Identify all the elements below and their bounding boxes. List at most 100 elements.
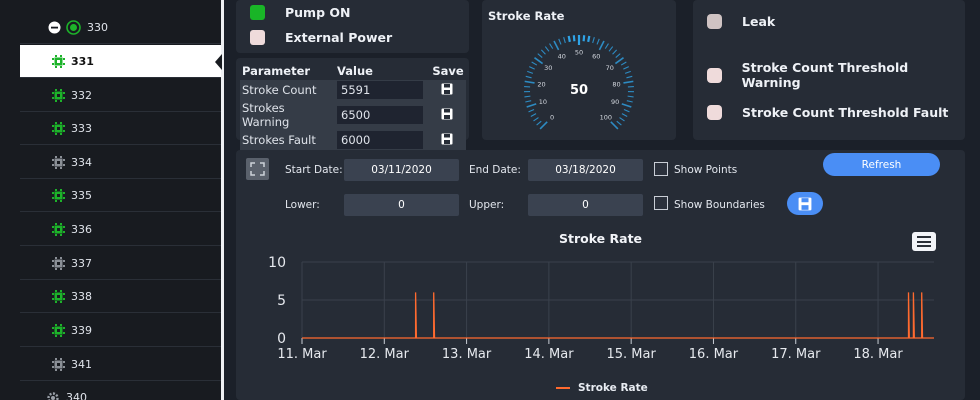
stroke-count-fault-led [707,105,722,120]
chart-legend[interactable]: Stroke Rate [556,382,648,394]
upper-input[interactable]: 0 [528,194,643,216]
show-boundaries-checkbox[interactable] [654,196,668,210]
node-status-icon [66,19,81,35]
gauge-tick [620,61,627,66]
pump-chip-icon [52,121,65,135]
status-panel: Pump ON External Power [236,0,469,53]
alarm-panel: Leak Stroke Count Threshold Warning Stro… [693,0,965,140]
tree-item-label: 337 [71,256,92,270]
table-row: Strokes Warning 6500 [240,100,466,130]
gauge-tick [563,37,566,44]
gauge-tick-label: 40 [558,53,566,61]
tree-item-341[interactable]: 341 [20,348,221,381]
tree-item-label: 335 [71,188,92,202]
gauge-tick [612,49,618,55]
gauge-tick [526,103,537,108]
save-stroke-count-button[interactable] [428,80,466,100]
chart-title: Stroke Rate [558,231,643,246]
gauge-tick-label: 80 [612,81,620,89]
tree-item-334[interactable]: 334 [20,146,221,179]
stroke-count-fault-label: Stroke Count Threshold Fault [742,105,949,120]
param-value-cell: 5591 [335,80,428,100]
tree-item-339[interactable]: 339 [20,314,221,347]
strokes-fault-input[interactable]: 6000 [337,131,423,149]
gauge-tick [592,37,595,44]
gauge-tick [604,43,609,49]
strokes-warning-input[interactable]: 6500 [337,106,423,124]
tree-item-label: 341 [71,357,92,371]
external-power-led [250,30,265,45]
gauge-tick [572,35,576,42]
stroke-count-input[interactable]: 5591 [337,81,423,99]
y-tick-label: 10 [268,255,286,271]
gauge-tick [582,35,586,42]
lower-input[interactable]: 0 [344,194,459,216]
lower-label: Lower: [285,199,320,211]
pump-on-indicator: Pump ON [250,5,350,20]
start-date-label: Start Date: [285,164,343,176]
floppy-disk-icon [441,108,453,119]
collapse-icon[interactable] [48,21,61,34]
tree-item-label: 339 [71,323,92,337]
header-value: Value [337,64,373,78]
start-date-input[interactable]: 03/11/2020 [344,159,459,181]
gauge-tick-label: 10 [539,98,547,106]
save-boundaries-button[interactable] [787,192,823,215]
x-tick-label: 11. Mar [277,347,327,362]
upper-label: Upper: [469,199,505,211]
pump-chip-icon [52,289,65,303]
gauge-tick [626,100,633,103]
gauge-tick [596,38,600,45]
gauge-tick [619,117,625,122]
gauge-tick-label: 50 [575,49,583,57]
param-value-cell: 6000 [335,130,428,150]
gauge-tick [539,121,548,130]
tree-item-338[interactable]: 338 [20,280,221,313]
gauge-tick [567,35,571,43]
fullscreen-button[interactable] [246,158,269,180]
gear-icon [47,391,59,400]
parameter-table: Parameter Value Save Stroke Count 5591 S… [240,62,466,150]
floppy-disk-icon [441,83,453,94]
tree-item-335[interactable]: 335 [20,179,221,212]
tree-item-330[interactable]: 330 [20,11,221,44]
refresh-button[interactable]: Refresh [823,153,940,176]
gauge-tick [608,46,614,52]
save-strokes-warning-button[interactable] [428,100,466,130]
x-tick-label: 12. Mar [360,347,410,362]
tree-item-332[interactable]: 332 [20,79,221,112]
leak-label: Leak [742,14,776,29]
tree-item-337[interactable]: 337 [20,247,221,280]
gauge-tick [598,40,605,51]
stroke-count-fault-indicator: Stroke Count Threshold Fault [707,105,948,120]
param-value-cell: 6500 [335,100,428,130]
end-date-input[interactable]: 03/18/2020 [528,159,643,181]
legend-swatch [556,387,570,389]
gauge-tick-label: 20 [537,81,545,89]
save-strokes-fault-button[interactable] [428,130,466,150]
gauge-tick [614,57,624,65]
gauge-tick [525,75,532,79]
tree-item-333[interactable]: 333 [20,112,221,145]
gauge-tick [533,117,539,122]
leak-led [707,14,722,29]
pump-chip-icon [52,357,65,371]
gauge-tick [624,70,631,74]
chart-panel: Start Date: 03/11/2020 End Date: 03/18/2… [236,150,965,400]
pump-on-led [250,5,265,20]
tree-item-label: 334 [71,155,92,169]
tree-item-340[interactable]: 340 [20,381,221,400]
show-points-checkbox[interactable] [654,162,668,176]
gauge-tick [531,61,538,66]
tree-item-336[interactable]: 336 [20,213,221,246]
tree-item-331[interactable]: 331 [20,45,222,78]
x-tick-label: 17. Mar [771,347,821,362]
stroke-rate-chart: 0 5 10 11. Mar 12. Mar 13. Mar 14. Mar 15. Mar 1… [268,255,934,362]
gauge-tick-label: 30 [544,64,552,72]
expand-icon [250,162,265,176]
stroke-count-warning-indicator: Stroke Count Threshold Warning [707,60,965,90]
gauge-tick [527,70,534,74]
tree-item-label: 336 [71,222,92,236]
chart-menu-button[interactable] [912,232,936,251]
series-line-stroke-rate[interactable] [302,292,934,339]
